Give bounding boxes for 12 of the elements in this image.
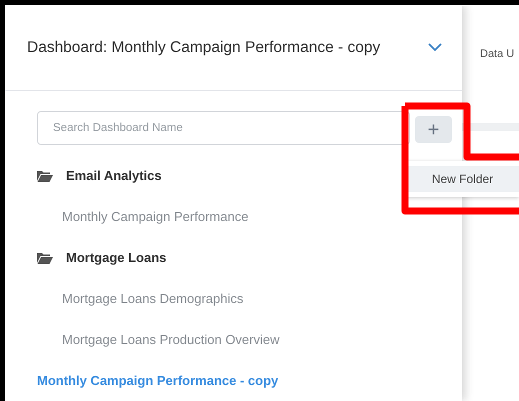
menu-item[interactable]: New Folder bbox=[406, 166, 519, 192]
add-button[interactable]: + bbox=[415, 116, 452, 143]
search-field[interactable]: Search Dashboard Name bbox=[37, 111, 410, 145]
dashboard-link[interactable]: Mortgage Loans Demographics bbox=[62, 288, 244, 308]
dashboard-title: Dashboard: Monthly Campaign Performance - copy bbox=[27, 38, 382, 58]
dashboard-link[interactable]: Monthly Campaign Performance bbox=[62, 206, 248, 226]
chevron-down-icon[interactable] bbox=[428, 43, 442, 52]
dashboard-link[interactable]: Mortgage Loans Production Overview bbox=[62, 330, 280, 350]
dashboard-link[interactable]: Monthly Campaign Performance - copy bbox=[37, 370, 278, 390]
folder-label[interactable]: Email Analytics bbox=[66, 166, 162, 186]
panel-label: Data U bbox=[480, 48, 514, 60]
folder-label[interactable]: Mortgage Loans bbox=[66, 248, 166, 268]
